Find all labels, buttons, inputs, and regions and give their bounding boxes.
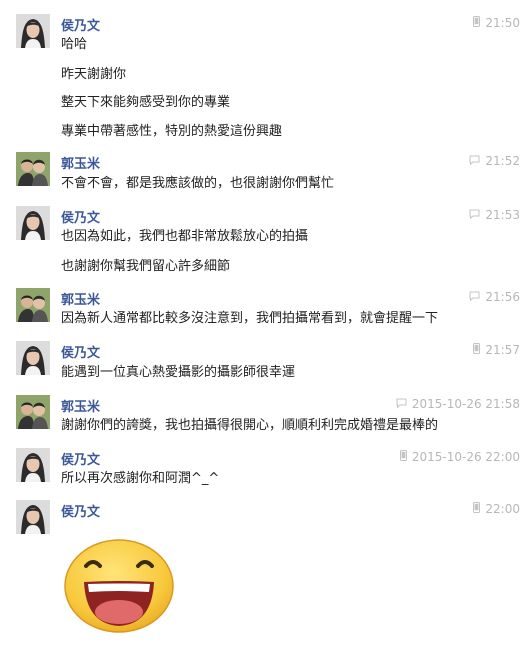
message-meta: 22:00 [473, 502, 520, 516]
message-time: 21:56 [485, 290, 520, 304]
message-time: 2015-10-26 21:58 [411, 397, 520, 411]
avatar[interactable] [16, 14, 50, 48]
message-line: 也因為如此，我們也都非常放鬆放心的拍攝 [61, 229, 309, 244]
avatar[interactable] [16, 206, 50, 240]
message-meta: 2015-10-26 21:58 [396, 397, 520, 411]
message-time: 21:57 [485, 343, 520, 357]
message-time: 2015-10-26 22:00 [411, 450, 520, 464]
message-line: 所以再次感謝你和阿潤^_^ [61, 471, 220, 486]
message-line: 整天下來能夠感受到你的專業 [61, 95, 231, 110]
phone-icon [473, 343, 481, 357]
sender-name[interactable]: 侯乃文 [61, 501, 100, 520]
woman-avatar-icon [16, 14, 50, 48]
sender-name[interactable]: 郭玉米 [61, 289, 100, 308]
couple-avatar-icon [16, 288, 50, 322]
phone-icon [473, 502, 481, 516]
message-meta: 21:56 [469, 290, 520, 304]
laughing-face-sticker[interactable] [62, 536, 176, 634]
woman-avatar-icon [16, 448, 50, 482]
sender-name[interactable]: 侯乃文 [61, 207, 100, 226]
message-meta: 21:57 [473, 343, 520, 357]
avatar[interactable] [16, 448, 50, 482]
sender-name[interactable]: 侯乃文 [61, 342, 100, 361]
phone-icon [473, 16, 481, 30]
message-line: 哈哈 [61, 37, 88, 52]
avatar[interactable] [16, 395, 50, 429]
message-line: 謝謝你們的誇獎，我也拍攝得很開心，順順利利完成婚禮是最棒的 [61, 418, 439, 433]
message-line: 專業中帶著感性，特別的熱愛這份興趣 [61, 124, 283, 139]
sender-name[interactable]: 侯乃文 [61, 449, 100, 468]
chat-icon [469, 154, 480, 168]
message-time: 21:52 [485, 154, 520, 168]
avatar[interactable] [16, 288, 50, 322]
message-line: 也謝謝你幫我們留心許多細節 [61, 259, 231, 274]
message-line: 昨天謝謝你 [61, 67, 127, 82]
message-line: 能遇到一位真心熱愛攝影的攝影師很幸運 [61, 365, 296, 380]
laughing-face-icon [64, 539, 174, 633]
couple-avatar-icon [16, 152, 50, 186]
message-meta: 21:53 [469, 208, 520, 222]
message-meta: 21:52 [469, 154, 520, 168]
message-line: 不會不會，都是我應該做的，也很謝謝你們幫忙 [61, 176, 335, 191]
message-meta: 21:50 [473, 16, 520, 30]
phone-icon [399, 450, 407, 464]
chat-icon [396, 397, 407, 411]
message-meta: 2015-10-26 22:00 [399, 450, 520, 464]
sender-name[interactable]: 侯乃文 [61, 15, 100, 34]
chat-icon [469, 290, 480, 304]
couple-avatar-icon [16, 395, 50, 429]
message-thread: 侯乃文 21:50 哈哈 昨天謝謝你 整天下來能夠感受到你的專業 專業中帶著感性… [0, 0, 532, 646]
woman-avatar-icon [16, 341, 50, 375]
avatar[interactable] [16, 341, 50, 375]
message-time: 22:00 [485, 502, 520, 516]
message-time: 21:50 [485, 16, 520, 30]
chat-icon [469, 208, 480, 222]
avatar[interactable] [16, 500, 50, 534]
sender-name[interactable]: 郭玉米 [61, 396, 100, 415]
message-line: 因為新人通常都比較多沒注意到，我們拍攝常看到，就會提醒一下 [61, 311, 439, 326]
woman-avatar-icon [16, 206, 50, 240]
woman-avatar-icon [16, 500, 50, 534]
avatar[interactable] [16, 152, 50, 186]
message-time: 21:53 [485, 208, 520, 222]
sender-name[interactable]: 郭玉米 [61, 153, 100, 172]
